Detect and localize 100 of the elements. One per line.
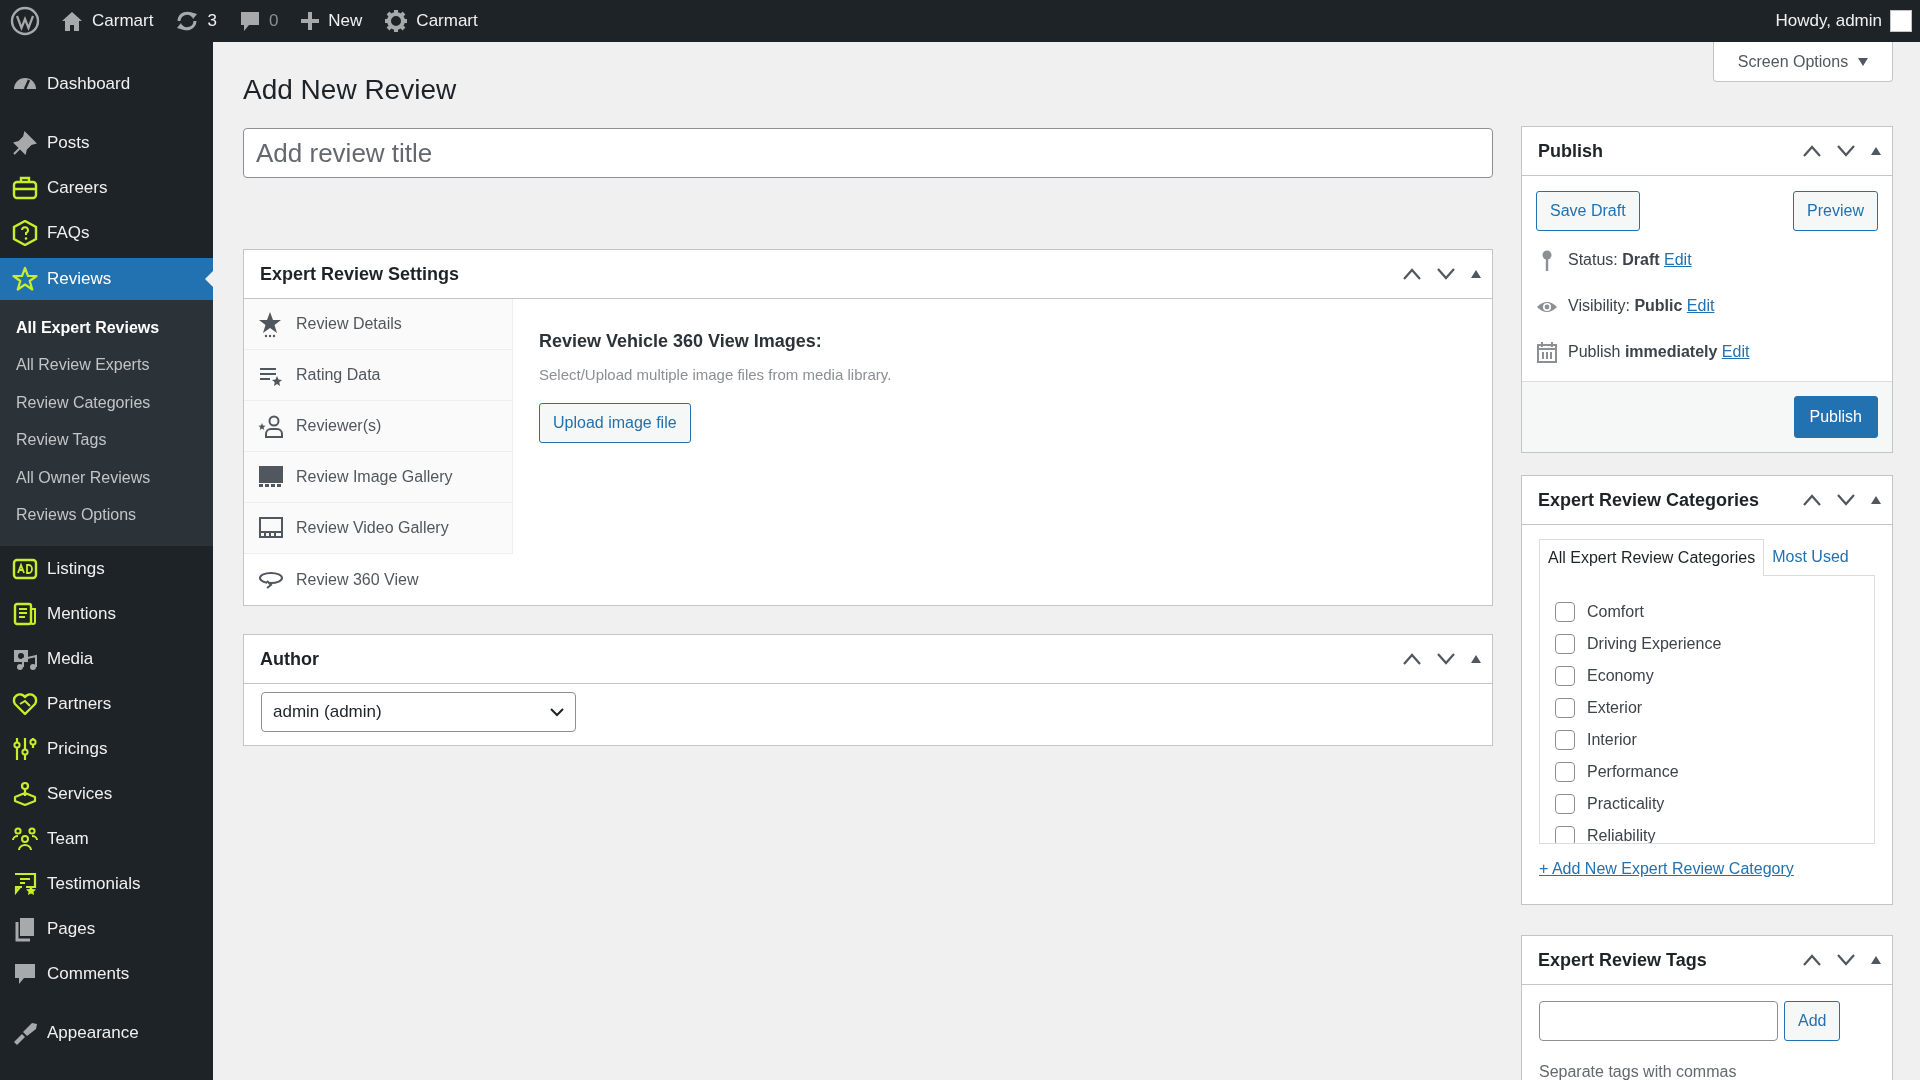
menu-item[interactable]: Appearance [0,1010,213,1055]
panel-description: Select/Upload multiple image files from media library. [539,366,892,383]
publish-button[interactable]: Publish [1793,396,1878,438]
category-label: Economy [1587,667,1654,685]
checkbox[interactable] [1555,666,1575,686]
edit-link[interactable]: Edit [1686,297,1715,314]
box-title: Expert Review Settings [260,263,461,285]
menu-item[interactable]: Careers [0,165,213,210]
box-title: Expert Review Tags [1538,949,1708,971]
updates-link[interactable]: 3 [175,10,217,32]
menu-item[interactable]: Testimonials [0,861,213,906]
box-title: Author [260,648,320,670]
edit-link[interactable]: Edit [1664,251,1692,268]
dropdown-triangle-icon [1858,57,1869,66]
refresh-icon [175,10,200,32]
tags-hint: Separate tags with commas [1539,1063,1738,1080]
save-draft-button[interactable]: Save Draft [1536,191,1640,231]
tag-field[interactable] [1539,1001,1778,1041]
category-label: Performance [1587,763,1679,781]
author-select[interactable]: admin (admin) [261,692,576,732]
submenu-item[interactable]: All Expert Reviews [0,309,213,347]
comments-link[interactable]: 0 [238,10,279,32]
checkbox[interactable] [1555,602,1575,622]
menu-item[interactable]: Reviews [0,258,213,300]
comment-icon [238,10,261,32]
chevron-down-icon[interactable] [1836,493,1856,507]
gear-icon [384,9,409,33]
menu-item[interactable]: FAQs [0,210,213,255]
checkbox[interactable] [1555,762,1575,782]
submenu-item[interactable]: All Review Experts [0,346,213,384]
settings-tab[interactable]: Review Details [244,299,512,350]
menu-item[interactable]: Services [0,771,213,816]
checkbox[interactable] [1555,634,1575,654]
menu-item[interactable]: Dashboard [0,61,213,106]
edit-link[interactable]: Edit [1721,343,1750,360]
settings-tab[interactable]: Review Image Gallery [244,452,512,503]
checkbox[interactable] [1555,698,1575,718]
category-label: Driving Experience [1587,635,1722,653]
new-content-link[interactable]: New [300,11,363,31]
category-label: Interior [1587,731,1637,749]
panel-heading: Review Vehicle 360 View Images: [539,331,822,352]
menu-item[interactable]: Partners [0,681,213,726]
chevron-down-icon[interactable] [1836,144,1856,158]
checkbox[interactable] [1555,730,1575,750]
menu-item[interactable]: Listings [0,546,213,591]
chevron-down-icon[interactable] [1436,652,1456,666]
settings-tab[interactable]: Review 360 View [244,554,513,605]
menu-item[interactable]: Team [0,816,213,861]
page-title: Add New Review [243,73,458,107]
chevron-up-icon[interactable] [1402,267,1422,281]
chevron-down-icon[interactable] [1836,953,1856,967]
submenu-item[interactable]: All Owner Reviews [0,459,213,497]
menu-item[interactable]: Mentions [0,591,213,636]
chevron-up-icon[interactable] [1402,652,1422,666]
collapse-triangle-icon[interactable] [1870,955,1882,965]
submenu-item[interactable]: Reviews Options [0,496,213,534]
menu-item[interactable]: Posts [0,120,213,165]
collapse-triangle-icon[interactable] [1870,495,1882,505]
chat-star-icon [12,870,38,897]
category-tab[interactable]: All Expert Review Categories [1539,539,1765,576]
box-title: Expert Review Categories [1538,489,1761,511]
screen-options-button[interactable]: Screen Options [1713,42,1893,82]
question-hexagon-icon [12,219,38,246]
checkbox[interactable] [1555,794,1575,814]
joystick-icon [12,780,38,807]
submenu-item[interactable]: Review Tags [0,421,213,459]
collapse-triangle-icon[interactable] [1870,146,1882,156]
box-title: Publish [1538,140,1604,162]
menu-item[interactable]: Pricings [0,726,213,771]
settings-tab[interactable]: Reviewer(s) [244,401,512,452]
menu-item[interactable]: Comments [0,951,213,996]
team-icon [12,825,38,852]
title-field[interactable]: Add review title [243,128,1493,178]
settings-tab[interactable]: Rating Data [244,350,512,401]
calendar-icon [1536,340,1558,364]
account-menu[interactable]: Howdy, admin [1775,11,1882,31]
menu-item[interactable]: Media [0,636,213,681]
category-label: Practicality [1587,795,1665,813]
checkbox[interactable] [1555,826,1575,843]
category-label: Comfort [1587,603,1644,621]
document-icon [12,600,38,627]
upload-button[interactable]: Upload image file [539,403,691,443]
collapse-triangle-icon[interactable] [1470,654,1482,664]
add-category-link[interactable]: + Add New Expert Review Category [1539,860,1794,878]
submenu-item[interactable]: Review Categories [0,384,213,422]
chevron-down-icon[interactable] [1436,267,1456,281]
publish-date-text: Publish immediately Edit [1568,343,1750,361]
wordpress-logo-icon[interactable] [10,6,40,36]
collapse-triangle-icon[interactable] [1470,269,1482,279]
chevron-up-icon[interactable] [1802,144,1822,158]
site-name-link[interactable]: Carmart [60,10,154,32]
chevron-down-icon [549,707,565,717]
chevron-up-icon[interactable] [1802,953,1822,967]
add-tag-button[interactable]: Add [1784,1001,1841,1041]
pin-icon [12,129,38,156]
preview-button[interactable]: Preview [1793,191,1878,231]
customize-link[interactable]: Carmart [384,9,478,33]
category-tab[interactable]: Most Used [1764,539,1857,575]
menu-item[interactable]: Pages [0,906,213,951]
chevron-up-icon[interactable] [1802,493,1822,507]
